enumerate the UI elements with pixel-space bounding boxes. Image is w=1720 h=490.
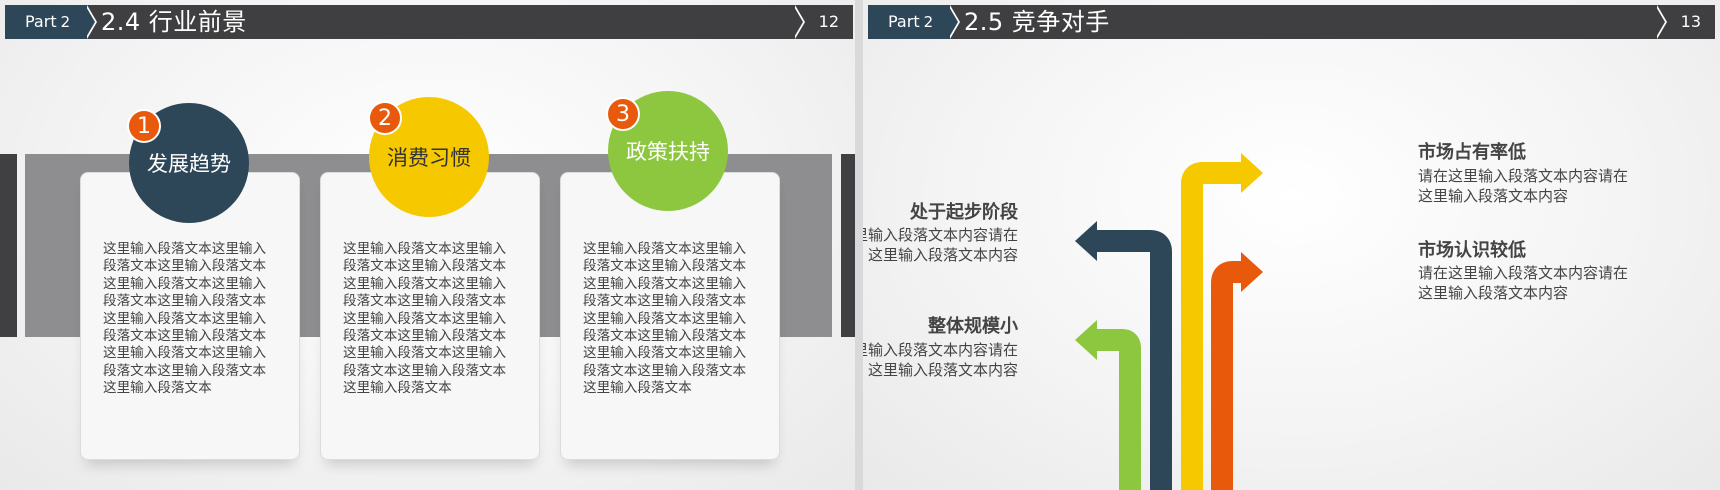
number-badge: 1 xyxy=(127,109,161,143)
slide-header: Part 2 2.4 行业前景 12 xyxy=(5,5,853,39)
label-title: 整体规模小 xyxy=(928,316,1018,337)
card-3: 这里输入段落文本这里输入段落文本这里输入段落文本这里输入段落文本这里输入段落文本… xyxy=(560,172,780,460)
slide-competitors[interactable]: Part 2 2.5 竞争对手 13 市场占有率低 请在这里输入段落文本内容请在 … xyxy=(863,0,1720,490)
label-body: 请在这里输入段落文本内容请在 这里输入段落文本内容 xyxy=(863,340,1018,380)
circle-label: 政策扶持 xyxy=(626,140,710,164)
label-title: 处于起步阶段 xyxy=(910,202,1018,223)
arrow-navy-head xyxy=(1075,221,1097,261)
label-body-line: 这里输入段落文本内容 xyxy=(867,361,1018,379)
page-number: 12 xyxy=(818,12,839,31)
circle-label: 发展趋势 xyxy=(147,152,231,176)
label-body-line: 这里输入段落文本内容 xyxy=(1418,187,1569,205)
arrow-orange-head xyxy=(1241,252,1263,292)
card-text: 这里输入段落文本这里输入段落文本这里输入段落文本这里输入段落文本这里输入段落文本… xyxy=(583,241,747,397)
chevron-fill xyxy=(85,5,95,39)
number-badge: 3 xyxy=(606,97,640,131)
arrow-green-head xyxy=(1075,320,1097,360)
side-bar-right xyxy=(841,154,855,337)
slide-divider xyxy=(855,0,863,490)
card-text: 这里输入段落文本这里输入段落文本这里输入段落文本这里输入段落文本这里输入段落文本… xyxy=(103,241,267,397)
label-body: 请在这里输入段落文本内容请在 这里输入段落文本内容 xyxy=(1418,166,1628,206)
label-body-line: 请在这里输入段落文本内容请在 xyxy=(863,226,1018,244)
arrow-green xyxy=(1091,329,1141,490)
label-body: 请在这里输入段落文本内容请在 这里输入段落文本内容 xyxy=(863,225,1018,265)
slide-industry-outlook[interactable]: Part 2 2.4 行业前景 12 这里输入段落文本这里输入段落文本这里输入段落… xyxy=(0,0,855,490)
label-body-line: 请在这里输入段落文本内容请在 xyxy=(1418,167,1629,185)
label-body-line: 请在这里输入段落文本内容请在 xyxy=(863,341,1018,359)
part-tab: Part 2 xyxy=(5,5,89,39)
label-body-line: 请在这里输入段落文本内容请在 xyxy=(1418,264,1629,282)
label-body-line: 这里输入段落文本内容 xyxy=(1418,284,1569,302)
slide-title: 2.4 行业前景 xyxy=(101,8,247,36)
part-number: 2 xyxy=(60,13,71,31)
side-bar-left xyxy=(0,154,17,337)
part-label: Part xyxy=(25,12,57,31)
label-title: 市场认识较低 xyxy=(1418,240,1526,261)
arrow-yellow-head xyxy=(1241,153,1263,193)
circle-label: 消费习惯 xyxy=(387,146,471,170)
chevron-fill xyxy=(793,5,803,39)
label-body-line: 这里输入段落文本内容 xyxy=(867,246,1018,264)
label-body: 请在这里输入段落文本内容请在 这里输入段落文本内容 xyxy=(1418,263,1628,303)
label-title: 市场占有率低 xyxy=(1418,142,1526,163)
arrow-orange xyxy=(1211,261,1243,490)
card-text: 这里输入段落文本这里输入段落文本这里输入段落文本这里输入段落文本这里输入段落文本… xyxy=(343,241,507,397)
number-badge: 2 xyxy=(368,101,402,135)
